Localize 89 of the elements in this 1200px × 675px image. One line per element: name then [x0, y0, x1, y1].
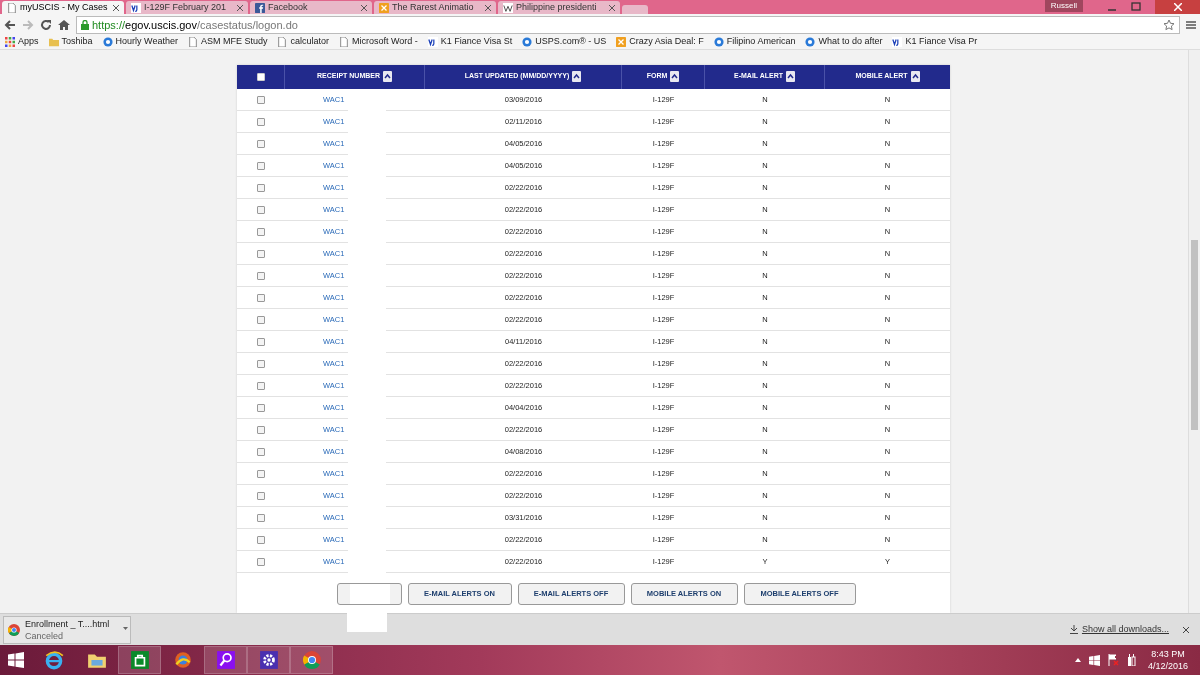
taskbar-button[interactable]	[290, 646, 333, 675]
checkbox[interactable]	[257, 227, 265, 236]
bookmark-item[interactable]: Hourly Weather	[102, 35, 178, 49]
flag-icon[interactable]	[1107, 654, 1119, 667]
settings-icon	[258, 650, 279, 671]
bookmark-item[interactable]: K1 Fiance Visa St	[427, 35, 513, 49]
checkbox[interactable]	[257, 117, 265, 126]
browser-tab[interactable]: Philippine presidenti	[498, 1, 620, 14]
browser-tab[interactable]: I-129F February 201	[126, 1, 248, 14]
url-text: https://egov.uscis.gov/casestatus/logon.do	[92, 17, 298, 33]
checkbox[interactable]	[257, 293, 265, 302]
sort-up-icon[interactable]	[786, 71, 795, 83]
home-icon[interactable]	[58, 18, 70, 31]
search-icon	[215, 650, 236, 671]
checkbox[interactable]	[257, 205, 265, 214]
sort-up-icon[interactable]	[670, 71, 680, 83]
address-bar[interactable]: https://egov.uscis.gov/casestatus/logon.do	[76, 15, 1180, 34]
close-icon[interactable]	[237, 4, 243, 11]
bookmark-item[interactable]: Filipino American	[713, 35, 796, 49]
checkbox[interactable]	[257, 249, 265, 258]
checkbox[interactable]	[257, 469, 265, 478]
scrollbar[interactable]	[1188, 49, 1200, 613]
checkbox[interactable]	[257, 359, 265, 368]
bookmark-item[interactable]: Toshiba	[48, 35, 93, 49]
bookmark-item[interactable]: What to do after	[805, 35, 883, 49]
taskbar-button[interactable]	[204, 646, 247, 675]
swirl-icon	[172, 650, 193, 671]
close-icon[interactable]	[1183, 626, 1189, 633]
apps-grid-icon	[5, 37, 15, 48]
close-icon[interactable]	[361, 4, 367, 11]
checkbox[interactable]	[257, 557, 265, 566]
checkbox[interactable]	[257, 447, 265, 456]
windows-start-icon[interactable]	[8, 652, 24, 669]
checkbox[interactable]	[257, 381, 265, 390]
reload-icon[interactable]	[40, 18, 52, 31]
bookmark-item[interactable]: USPS.com® - US	[522, 35, 607, 49]
chrome-icon	[301, 650, 322, 671]
chrome-icon	[8, 623, 20, 636]
caret-icon[interactable]	[123, 626, 128, 631]
windows-tray-icon[interactable]	[1088, 654, 1100, 666]
clock-time[interactable]: 8:43 PM	[1151, 648, 1185, 661]
checkbox[interactable]	[257, 425, 265, 434]
download-item[interactable]: Enrollment _ T....html Canceled	[3, 615, 131, 644]
download-status: Canceled	[25, 629, 65, 642]
lock-icon	[81, 19, 89, 30]
taskbar-button[interactable]	[118, 646, 161, 675]
sort-up-icon[interactable]	[383, 71, 392, 83]
bookmark-item[interactable]: Crazy Asia Deal: F	[616, 35, 704, 49]
close-icon[interactable]	[113, 4, 119, 11]
close-icon[interactable]	[609, 4, 615, 11]
checkbox[interactable]	[257, 95, 265, 104]
checkbox[interactable]	[256, 72, 265, 81]
bookmark-item[interactable]: calculator	[277, 35, 329, 49]
checkbox[interactable]	[257, 271, 265, 280]
tray-arrow-icon[interactable]	[1074, 658, 1081, 663]
checkbox[interactable]	[257, 315, 265, 324]
menu-icon[interactable]	[1186, 19, 1196, 30]
bookmark-item[interactable]: ASM MFE Study	[187, 35, 268, 49]
maximize-icon[interactable]	[1131, 1, 1141, 11]
profile-name[interactable]: Russell	[1044, 0, 1083, 12]
checkbox[interactable]	[257, 139, 265, 148]
checkbox[interactable]	[257, 491, 265, 500]
bookmark-star-icon[interactable]	[1163, 18, 1175, 31]
checkbox[interactable]	[257, 161, 265, 170]
download-filename: Enrollment _ T....html	[25, 617, 110, 630]
checkbox[interactable]	[257, 337, 265, 346]
bookmark-item[interactable]: Microsoft Word -	[338, 35, 418, 49]
checkbox[interactable]	[257, 183, 265, 192]
checkbox[interactable]	[257, 513, 265, 522]
store-icon	[129, 650, 150, 671]
action-button[interactable]	[336, 582, 402, 605]
scroll-thumb[interactable]	[1191, 239, 1198, 430]
bookmark-item[interactable]: K1 Fiance Visa Pr	[892, 35, 978, 49]
checkbox[interactable]	[257, 403, 265, 412]
browser-tab[interactable]: myUSCIS - My Cases	[2, 1, 124, 14]
show-all-downloads-link[interactable]: Show all downloads...	[1081, 622, 1169, 637]
browser-tab[interactable]: The Rarest Animatio	[374, 1, 496, 14]
ie-icon	[43, 650, 64, 671]
sort-up-icon[interactable]	[910, 71, 920, 83]
taskbar-button[interactable]	[247, 646, 290, 675]
checkbox[interactable]	[257, 535, 265, 544]
download-icon	[1069, 625, 1078, 635]
window-close-button[interactable]	[1155, 0, 1200, 14]
browser-tab[interactable]: Facebook	[250, 1, 372, 14]
back-icon[interactable]	[4, 18, 16, 31]
sort-up-icon[interactable]	[572, 71, 582, 83]
clock-date[interactable]: 4/12/2016	[1147, 660, 1188, 673]
close-icon[interactable]	[485, 4, 491, 11]
bookmark-item[interactable]: Apps	[5, 35, 39, 49]
